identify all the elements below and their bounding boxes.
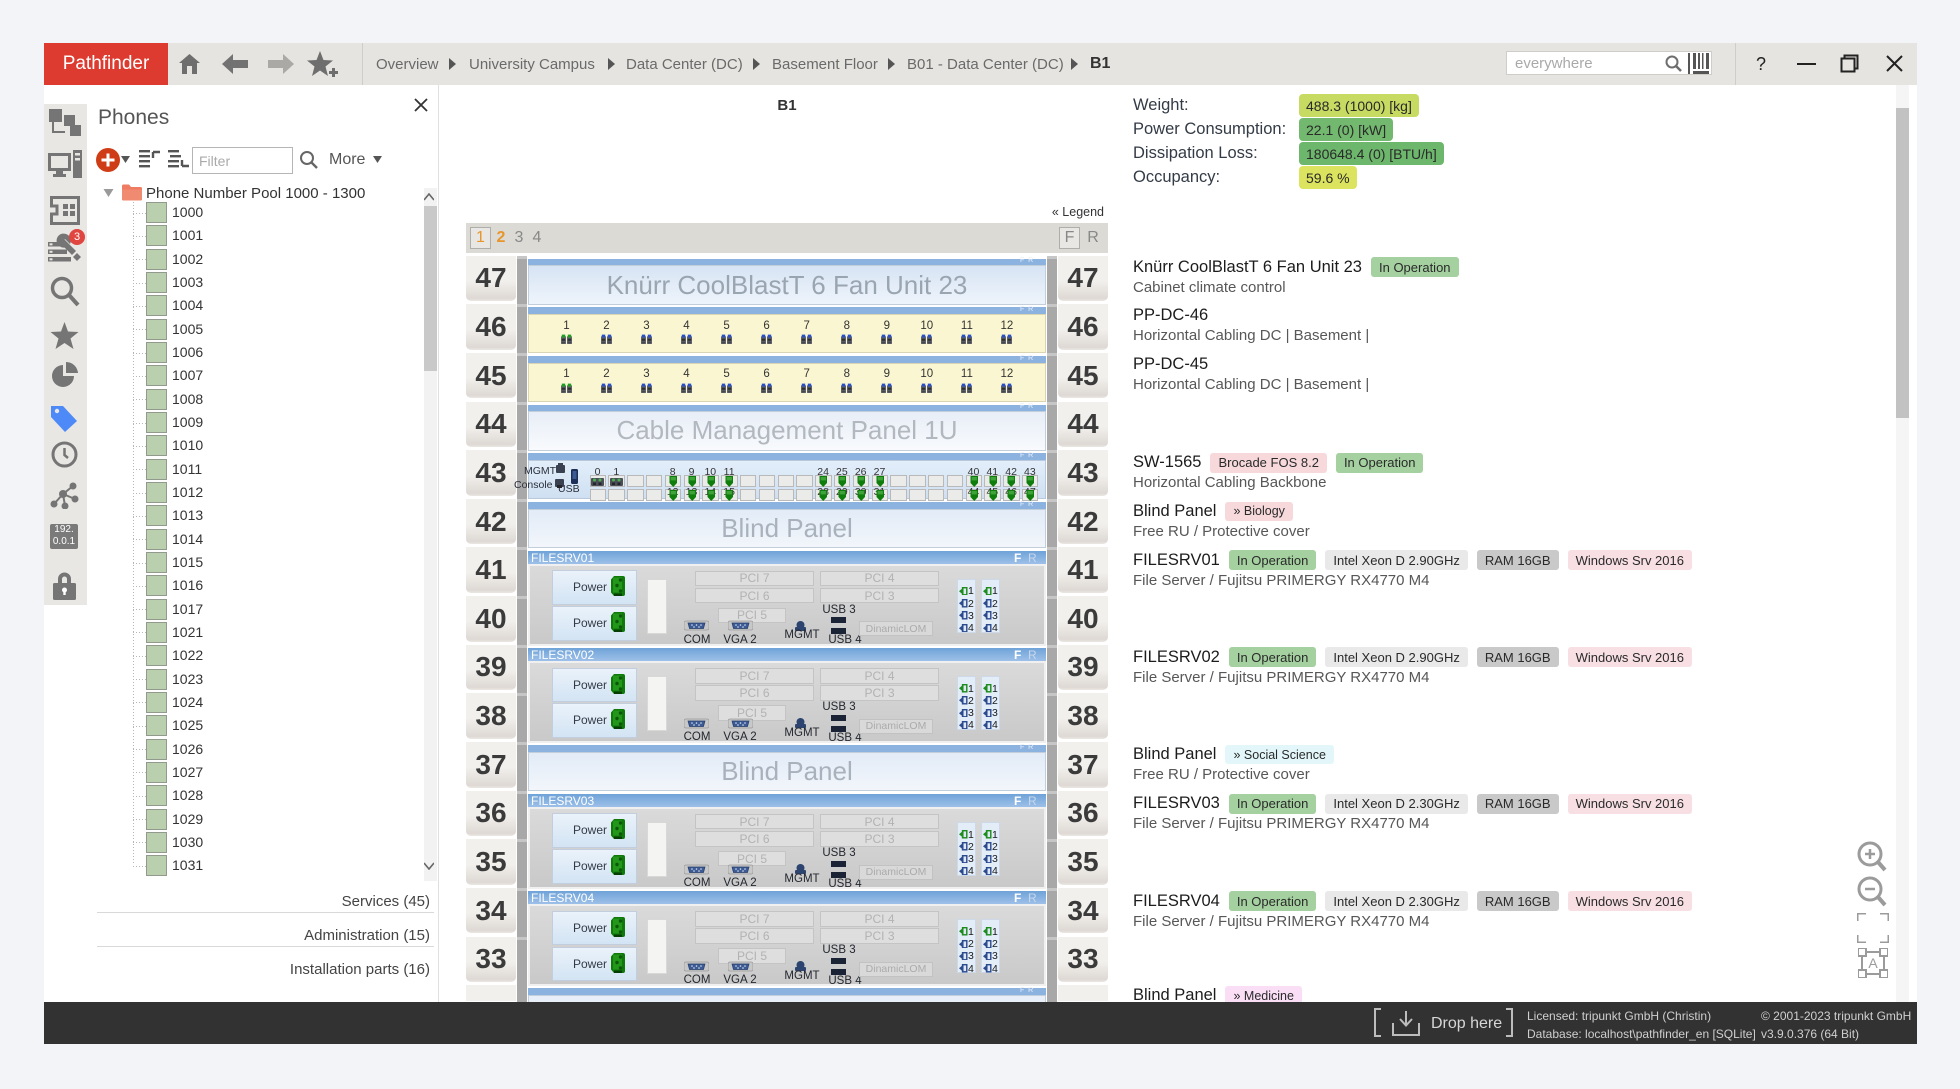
svg-text:A: A xyxy=(1868,955,1878,971)
